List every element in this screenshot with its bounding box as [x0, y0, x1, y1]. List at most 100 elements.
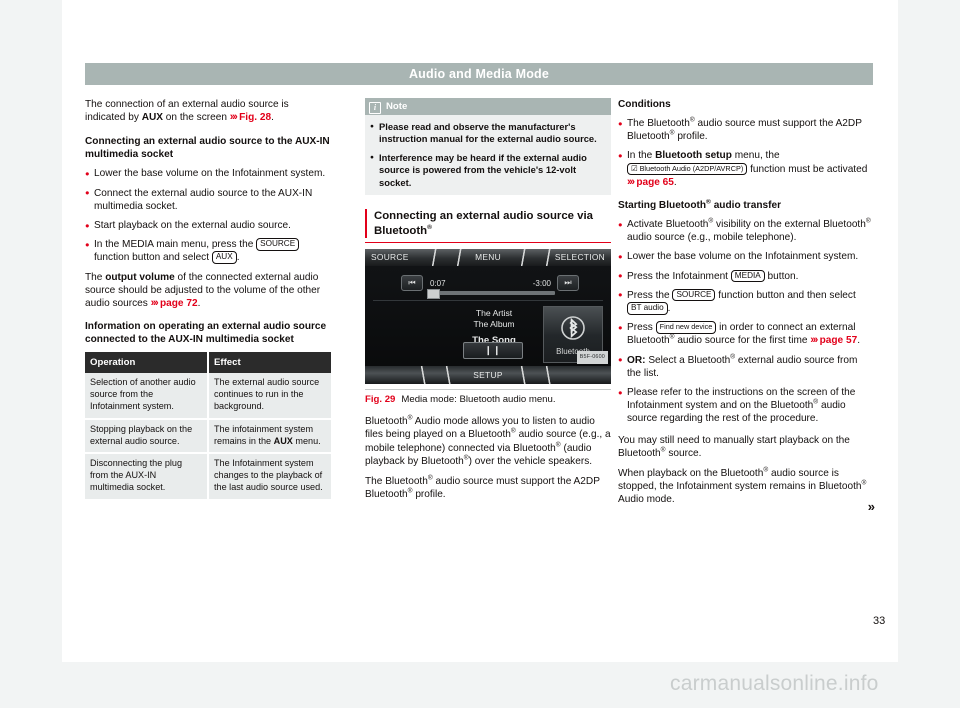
figure-caption-text: Media mode: Bluetooth audio menu.: [401, 394, 556, 406]
skip-previous-icon[interactable]: ⏮: [401, 275, 423, 292]
stop-text-3: Audio mode.: [618, 494, 675, 506]
intro-aux-label: AUX: [141, 112, 163, 124]
step-refer-instructions: Please refer to the instructions on the …: [618, 386, 873, 426]
step5-text-1: Press: [627, 322, 656, 334]
bluetooth-setup-label: Bluetooth setup: [655, 150, 732, 162]
cross-reference-arrows-icon: ›››: [150, 297, 159, 310]
figure-number: Fig. 29: [365, 394, 396, 406]
cross-reference-arrows-icon: ›››: [627, 175, 635, 188]
paragraph-output-volume: The output volume of the connected exter…: [85, 271, 331, 311]
section-heading-text: Connecting an external audio source via …: [374, 210, 594, 237]
note-box-title: i Note: [365, 98, 611, 115]
condition-a2dp-support: The Bluetooth® audio source must support…: [618, 116, 873, 143]
effect-text-2: menu.: [292, 435, 321, 446]
find-new-device-softkey[interactable]: Find new device: [655, 321, 717, 334]
bt-mode-text-5: ) over the vehicle speakers.: [468, 455, 593, 467]
source-softkey[interactable]: SOURCE: [256, 238, 300, 251]
cond1-text-3: profile.: [674, 131, 708, 143]
registered-mark: ®: [865, 217, 871, 225]
screen-bottom-bar: SETUP: [365, 366, 611, 385]
step5-page-ref[interactable]: page 57: [820, 335, 858, 346]
step6-text-1: Select a Bluetooth: [645, 354, 731, 366]
figure-bluetooth-audio-menu: SOURCE MENU SELECTION ⏮ ⏭ 0:07 -3:00 The…: [365, 249, 611, 406]
source-softkey[interactable]: SOURCE: [672, 288, 716, 302]
cross-reference-arrows-icon: ›››: [810, 334, 818, 347]
aux-softkey[interactable]: AUX: [211, 251, 237, 264]
step-press-media: Press the Infotainment MEDIA button.: [618, 269, 873, 283]
media-softkey[interactable]: MEDIA: [730, 269, 765, 283]
cond2-text-1: In the: [627, 150, 656, 162]
registered-mark: ®: [861, 479, 867, 487]
intro-figure-ref[interactable]: Fig. 28: [239, 112, 271, 123]
intro-text-2: on the screen: [163, 112, 230, 124]
step4-text-1: Press the: [627, 289, 673, 301]
step4-text-2: function button and then select: [715, 289, 856, 301]
step1-text-2: visibility on the external Bluetooth: [713, 219, 866, 231]
cond2-text-3: function must be activated: [747, 163, 868, 175]
output-volume-page-ref[interactable]: page 72: [160, 298, 198, 309]
table-row: Stopping playback on the external audio …: [85, 418, 331, 455]
paragraph-manual-start: You may still need to manually start pla…: [618, 434, 873, 460]
cross-reference-arrows-icon: ›››: [229, 111, 238, 124]
step-activate-visibility: Activate Bluetooth ® visibility on the ex…: [618, 218, 873, 244]
note-bullet-interference: Interference may be heard if the externa…: [370, 152, 606, 189]
paragraph-a2dp-requirement: The Bluetooth® audio source must support…: [365, 475, 611, 501]
table-header-row: Operation Effect: [85, 352, 331, 374]
bullet-media-text-3: .: [236, 252, 240, 264]
page-header-title: Audio and Media Mode: [85, 63, 873, 85]
a2dp-text-1: The Bluetooth: [365, 476, 428, 488]
operation-effect-table: Operation Effect Selection of another au…: [85, 352, 331, 501]
registered-mark: ®: [427, 223, 433, 231]
bt-audio-softkey[interactable]: BT audio: [627, 302, 668, 315]
table-cell-effect: The Infotainment system changes to the p…: [208, 453, 331, 501]
figure-caption: Fig. 29 Media mode: Bluetooth audio menu.: [365, 389, 611, 406]
heading-starting-bt-transfer: Starting Bluetooth® audio transfer: [618, 199, 873, 212]
table-cell-effect: The infotainment system remains in the A…: [208, 418, 331, 455]
step3-text-2: button.: [764, 270, 799, 282]
paragraph-bt-audio-mode: Bluetooth® Audio mode allows you to list…: [365, 415, 611, 468]
screen-body: ⏮ ⏭ 0:07 -3:00 The Artist The Album The …: [365, 266, 611, 367]
bullet-media-menu: In the MEDIA main menu, press the SOURCE…: [85, 238, 331, 264]
stop-text-1: When playback on the Bluetooth: [618, 468, 764, 480]
skip-next-icon[interactable]: ⏭: [557, 275, 579, 292]
screen-divider: [373, 300, 603, 302]
bullet-media-text-1: In the MEDIA main menu, press the: [94, 239, 257, 251]
page-background: Audio and Media Mode The connection of a…: [0, 0, 960, 708]
or-label: OR:: [627, 354, 646, 366]
bluetooth-audio-a2dp-avrcp-softkey[interactable]: ☑ Bluetooth Audio (A2DP/AVRCP): [627, 162, 748, 176]
bullet-lower-volume: Lower the base volume on the Infotainmen…: [85, 167, 331, 180]
table-row: Selection of another audio source from t…: [85, 373, 331, 420]
step1-text-1: Activate Bluetooth: [627, 219, 709, 231]
start-heading-text-1: Starting Bluetooth: [618, 200, 707, 212]
track-metadata: The Artist The Album The Song: [433, 308, 555, 347]
table-cell-operation: Selection of another audio source from t…: [85, 373, 209, 420]
section-divider: [365, 242, 611, 244]
site-watermark: carmanualsonline.info: [670, 672, 879, 695]
heading-connect-aux: Connecting an external audio source to t…: [85, 136, 330, 161]
manual-start-text-2: source.: [665, 447, 702, 459]
screen-tab-setup[interactable]: SETUP: [365, 369, 611, 382]
track-artist: The Artist: [475, 308, 513, 319]
step-lower-volume: Lower the base volume on the Infotainmen…: [618, 250, 873, 263]
step4-text-3: .: [667, 303, 671, 315]
pause-icon[interactable]: ❙❙: [463, 342, 523, 360]
step5-text-4: .: [857, 335, 860, 347]
condition-page-ref[interactable]: page 65: [636, 177, 674, 188]
track-progress-bar[interactable]: [427, 289, 555, 300]
column-right: Conditions The Bluetooth® audio source m…: [618, 98, 875, 515]
step-or-select-source: OR: Select a Bluetooth® external audio s…: [618, 353, 873, 380]
table-row: Disconnecting the plug from the AUX-IN m…: [85, 453, 331, 501]
progress-knob[interactable]: [427, 289, 440, 300]
paragraph-playback-stopped: When playback on the Bluetooth® audio so…: [618, 467, 873, 507]
step1-text-3: audio source (e.g., mobile telephone).: [627, 232, 797, 244]
note-box-body: Please read and observe the manufacturer…: [365, 115, 611, 195]
note-bullet-manual: Please read and observe the manufacturer…: [370, 121, 606, 146]
continuation-mark-icon: »: [867, 499, 875, 515]
bullet-connect-source: Connect the external audio source to the…: [85, 186, 331, 213]
caption-divider: [365, 389, 611, 391]
heading-conditions: Conditions: [618, 99, 671, 110]
screen-tab-selection[interactable]: SELECTION: [555, 251, 605, 264]
cond1-text-1: The Bluetooth: [627, 118, 690, 129]
table-cell-operation: Disconnecting the plug from the AUX-IN m…: [85, 453, 209, 501]
note-box: i Note Please read and observe the manufa…: [365, 98, 611, 196]
